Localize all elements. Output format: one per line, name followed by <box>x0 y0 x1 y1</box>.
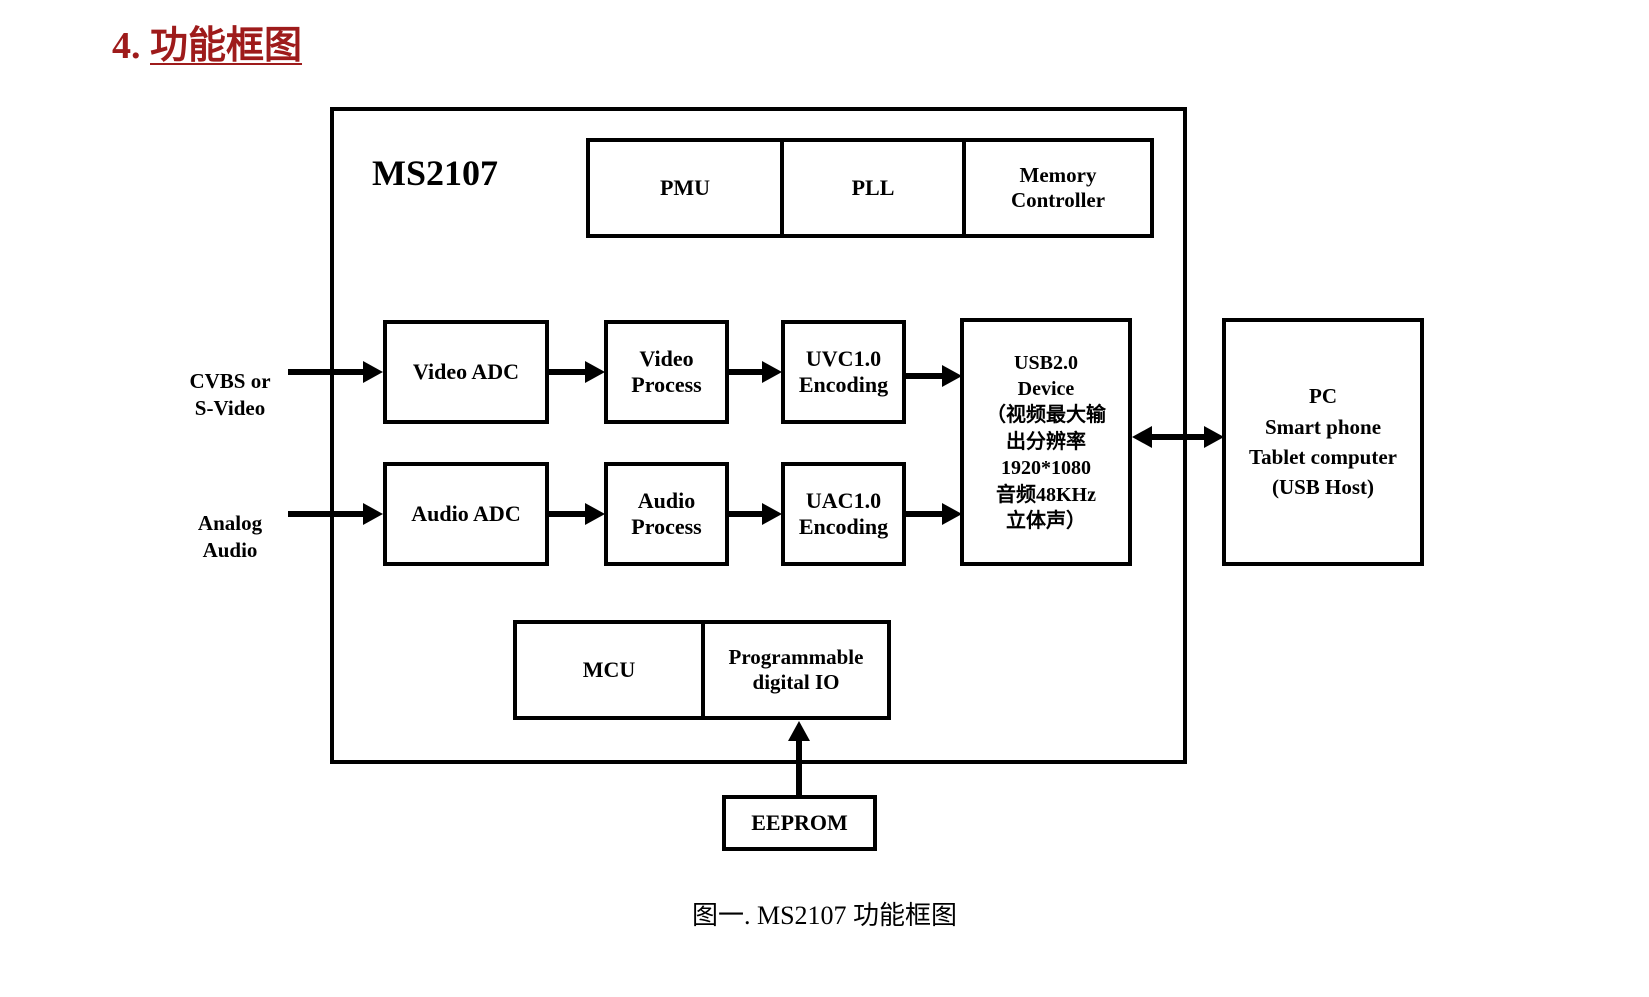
block-pll: PLL <box>780 138 966 238</box>
block-eeprom-label: EEPROM <box>751 810 848 836</box>
block-programmable-digital-io-label: Programmable digital IO <box>728 645 864 694</box>
block-host-pc: PC Smart phone Tablet computer (USB Host… <box>1222 318 1424 566</box>
input-label-cvbs-svideo: CVBS or S-Video <box>150 342 310 421</box>
block-audio-adc: Audio ADC <box>383 462 549 566</box>
figure-caption: 图一. MS2107 功能框图 <box>691 901 958 930</box>
block-uac-encoding-label: UAC1.0 Encoding <box>798 488 889 539</box>
block-video-process: Video Process <box>604 320 729 424</box>
block-memory-controller-label: Memory Controller <box>1010 163 1106 212</box>
block-eeprom: EEPROM <box>722 795 877 851</box>
block-audio-adc-label: Audio ADC <box>411 501 521 527</box>
block-uvc-encoding: UVC1.0 Encoding <box>781 320 906 424</box>
input-label-cvbs-svideo-text: CVBS or S-Video <box>189 369 271 420</box>
block-video-adc: Video ADC <box>383 320 549 424</box>
block-pmu-label: PMU <box>659 175 711 201</box>
chip-name-label: MS2107 <box>372 153 498 193</box>
input-label-analog-audio-text: Analog Audio <box>197 511 263 562</box>
block-uac-encoding: UAC1.0 Encoding <box>781 462 906 566</box>
block-video-process-label: Video Process <box>631 346 702 397</box>
block-pmu: PMU <box>586 138 784 238</box>
block-uvc-encoding-label: UVC1.0 Encoding <box>798 346 889 397</box>
block-pll-label: PLL <box>851 175 895 201</box>
block-host-pc-label: PC Smart phone Tablet computer (USB Host… <box>1249 384 1397 500</box>
block-programmable-digital-io: Programmable digital IO <box>701 620 891 720</box>
block-memory-controller: Memory Controller <box>962 138 1154 238</box>
block-mcu: MCU <box>513 620 705 720</box>
block-usb2-device: USB2.0 Device （视频最大输 出分辨率 1920*1080 音频48… <box>960 318 1132 566</box>
block-audio-process: Audio Process <box>604 462 729 566</box>
page-title-text: 功能框图 <box>150 25 303 67</box>
input-label-analog-audio: Analog Audio <box>150 484 310 563</box>
block-audio-process-label: Audio Process <box>631 488 702 539</box>
block-video-adc-label: Video ADC <box>412 359 520 385</box>
page-title: 4. 功能框图 <box>112 14 302 69</box>
page-title-number: 4. <box>112 25 141 67</box>
block-usb2-device-label: USB2.0 Device （视频最大输 出分辨率 1920*1080 音频48… <box>986 351 1106 532</box>
block-mcu-label: MCU <box>582 657 636 683</box>
